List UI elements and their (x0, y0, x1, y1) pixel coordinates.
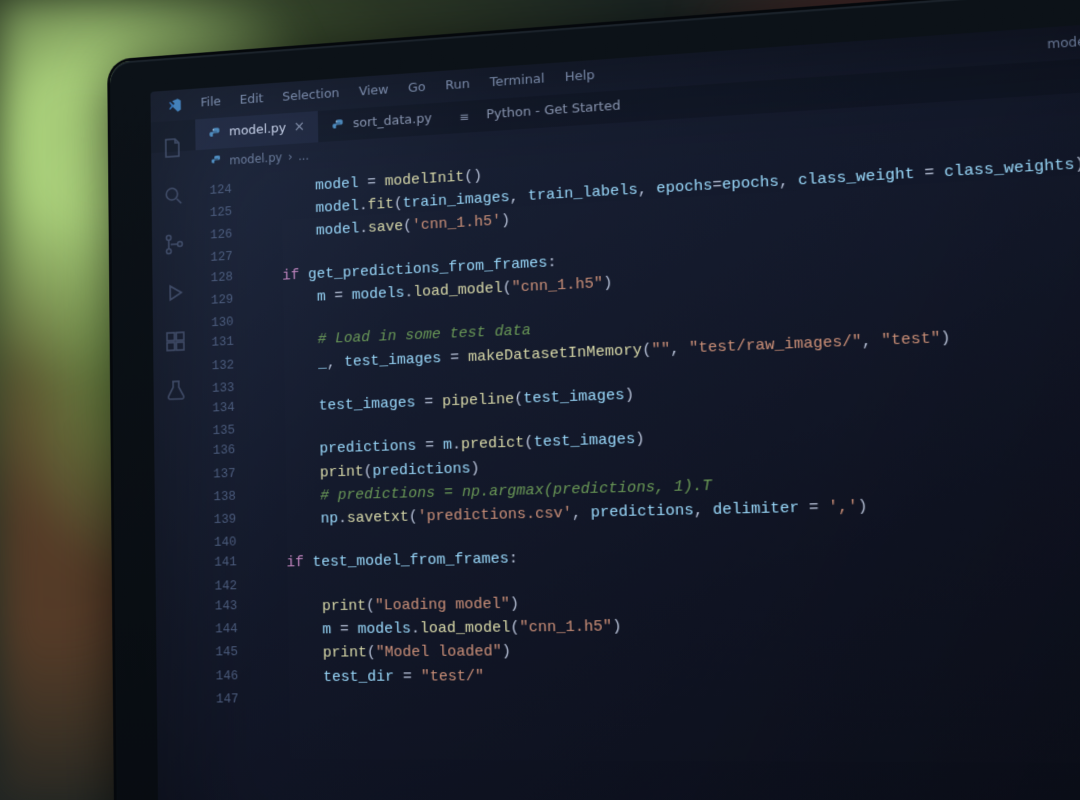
line-number: 146 (211, 666, 253, 690)
line-number: 134 (208, 397, 250, 421)
menu-run[interactable]: Run (445, 75, 470, 97)
line-number: 125 (206, 201, 248, 226)
tab-label: sort_data.py (353, 109, 432, 134)
editor-screen: File Edit Selection View Go Run Terminal… (150, 8, 1080, 800)
line-number: 129 (207, 289, 249, 314)
laptop-frame: File Edit Selection View Go Run Terminal… (110, 0, 1080, 800)
line-number: 135 (208, 420, 250, 441)
line-number: 133 (208, 377, 250, 398)
menu-file[interactable]: File (200, 93, 221, 114)
menu-go[interactable]: Go (408, 78, 426, 99)
line-number: 136 (209, 440, 251, 464)
vscode-icon (167, 97, 182, 113)
code-editor[interactable]: 124 model = modelInit()125 model.fit(tra… (151, 109, 1080, 710)
line-number: 147 (212, 689, 254, 709)
menu-view[interactable]: View (359, 81, 389, 103)
line-number: 132 (207, 354, 249, 379)
line-number: 140 (210, 532, 252, 553)
python-icon (208, 126, 221, 140)
python-icon (332, 118, 346, 133)
breadcrumb-file: model.py (229, 149, 282, 170)
line-number: 127 (206, 247, 248, 269)
line-number: 144 (211, 619, 253, 643)
close-icon[interactable]: × (294, 117, 306, 139)
code-content[interactable]: if test_model_from_frames: (252, 547, 519, 575)
line-number: 124 (205, 179, 247, 204)
code-content[interactable]: print("Model loaded") (253, 640, 511, 666)
menu-selection[interactable]: Selection (282, 84, 340, 108)
line-number: 130 (207, 312, 249, 334)
line-number: 143 (210, 596, 252, 620)
hamburger-icon: ≡ (459, 107, 470, 126)
menu-help[interactable]: Help (564, 66, 595, 88)
files-icon[interactable] (162, 136, 184, 161)
code-content[interactable]: print("Loading model") (252, 592, 519, 619)
line-number: 131 (207, 332, 249, 357)
workspace-title: model.py - workout_tracker-master (1047, 17, 1080, 54)
line-number: 145 (211, 642, 253, 666)
line-number: 126 (206, 224, 248, 249)
line-number: 138 (209, 486, 251, 510)
line-number: 141 (210, 552, 252, 576)
line-number: 128 (206, 266, 248, 291)
menu-edit[interactable]: Edit (240, 90, 264, 111)
line-number: 142 (210, 576, 252, 597)
menu-terminal[interactable]: Terminal (489, 70, 544, 94)
chevron-right-icon: › (288, 148, 293, 166)
python-icon (211, 155, 224, 169)
line-number: 137 (209, 463, 251, 487)
code-content[interactable]: m = models.load_model("cnn_1.h5") (253, 615, 622, 643)
code-content[interactable]: test_dir = "test/" (253, 664, 484, 689)
laptop-bezel: File Edit Selection View Go Run Terminal… (110, 0, 1080, 800)
line-number: 139 (209, 509, 251, 533)
breadcrumb-rest: ... (298, 147, 309, 166)
tab-label: Python - Get Started (486, 96, 621, 125)
tab-label: model.py (229, 119, 286, 142)
